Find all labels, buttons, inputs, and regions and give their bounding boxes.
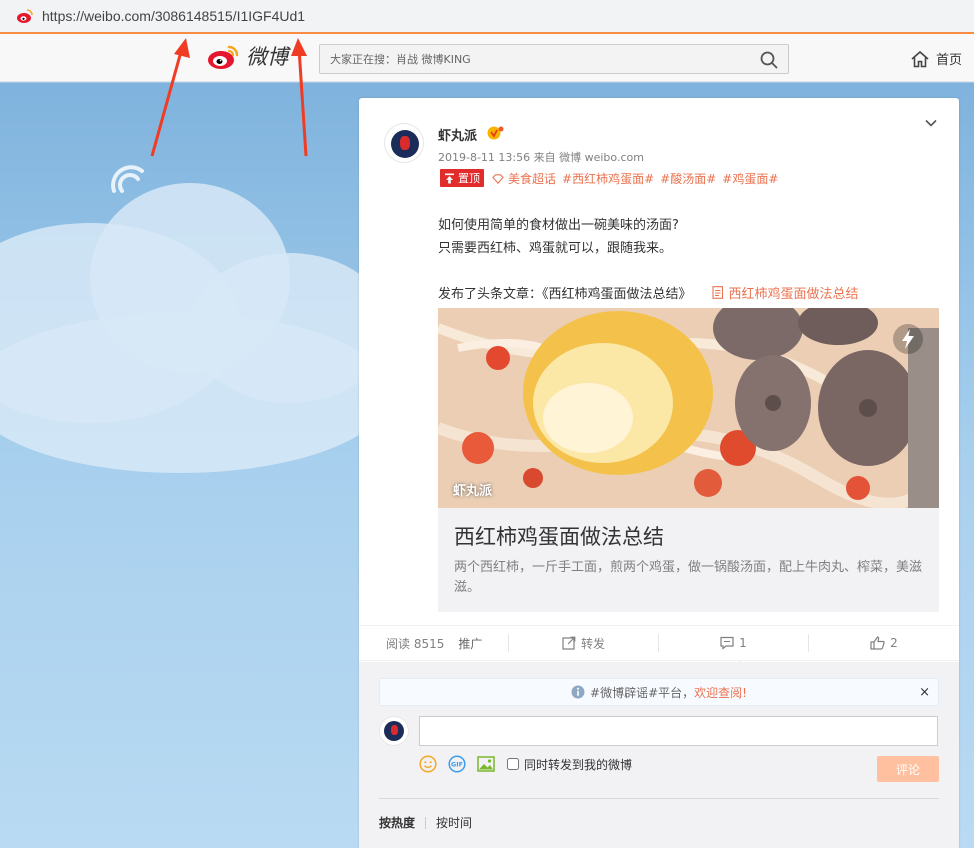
close-icon[interactable]: × [919, 685, 930, 700]
like-button[interactable]: 2 [809, 634, 959, 652]
document-icon [711, 286, 723, 299]
tag-hashtag[interactable]: #西红柿鸡蛋面# [562, 170, 654, 187]
post-meta[interactable]: 2019-8-11 13:56 来自 微博 weibo.com [438, 149, 644, 165]
sort-by-time[interactable]: 按时间 [436, 814, 472, 831]
repost-label: 转发 [580, 636, 605, 651]
search-icon[interactable] [760, 51, 778, 69]
article-cover-image: 虾丸派 [438, 308, 939, 508]
notice-text: #微博辟谣#平台， [590, 685, 695, 700]
submit-comment-button[interactable]: 评论 [877, 756, 939, 782]
chevron-down-icon[interactable] [924, 116, 938, 130]
svg-text:GIF: GIF [451, 761, 463, 769]
home-icon [911, 50, 929, 67]
read-count-label: 阅读 8515 [386, 636, 445, 651]
emoji-icon[interactable] [419, 755, 437, 773]
read-count: 阅读 8515 推广 [359, 634, 509, 652]
rumor-notice: #微博辟谣#平台， 欢迎查阅! × [379, 678, 939, 706]
image-watermark: 虾丸派 [453, 484, 493, 499]
image-icon[interactable] [477, 755, 495, 773]
comment-toolbar: GIF 同时转发到我的微博 [419, 755, 632, 773]
home-label: 首页 [936, 53, 963, 68]
comment-icon [720, 636, 734, 650]
article-description: 两个西红柿，一斤手工面，煎两个鸡蛋，做一锅酸汤面，配上牛肉丸、榨菜，美滋滋。 [454, 560, 923, 595]
promote-button[interactable]: 推广 [458, 635, 482, 652]
info-icon [571, 685, 585, 699]
cloud-decoration [0, 313, 390, 473]
article-link-label: 西红柿鸡蛋面做法总结 [728, 287, 859, 302]
article-announcement: 发布了头条文章：《西红柿鸡蛋面做法总结》 西红柿鸡蛋面做法总结 [438, 283, 859, 302]
thumbs-up-icon [870, 636, 885, 650]
sort-separator [425, 816, 427, 829]
weibo-logo-icon [208, 45, 239, 69]
sort-by-hot[interactable]: 按热度 [379, 814, 415, 831]
repost-button[interactable]: 转发 [509, 634, 659, 652]
lightning-icon [893, 324, 923, 354]
post-body-line: 如何使用简单的食材做出一碗美味的汤面? [438, 218, 679, 233]
tag-hashtag[interactable]: #酸汤面# [660, 170, 716, 187]
signal-icon [111, 165, 144, 193]
divider [379, 798, 939, 799]
article-card[interactable]: 虾丸派 西红柿鸡蛋面做法总结 两个西红柿，一斤手工面，煎两个鸡蛋，做一锅酸汤面，… [438, 308, 939, 612]
comment-button[interactable]: 1 [659, 634, 809, 667]
home-link[interactable]: 首页 [910, 49, 962, 68]
article-prefix: 发布了头条文章：《西红柿鸡蛋面做法总结》 [438, 287, 692, 302]
annotation-arrow-left [150, 38, 190, 157]
tag-hashtag[interactable]: #鸡蛋面# [722, 170, 778, 187]
comment-sort: 按热度 按时间 [379, 814, 472, 831]
pinned-badge: 置顶 [440, 169, 484, 187]
gif-icon[interactable]: GIF [448, 755, 466, 773]
weibo-logo[interactable]: 微博 [206, 41, 288, 71]
repost-checkbox-label[interactable]: 同时转发到我的微博 [524, 756, 632, 773]
pinned-label: 置顶 [458, 172, 480, 185]
comment-area: #微博辟谣#平台， 欢迎查阅! × GIF 同时转发到我的微博 评论 按热度 按… [359, 662, 959, 848]
post-body-line: 只需要西红柿、鸡蛋就可以，跟随我来。 [438, 241, 673, 256]
article-link[interactable]: 西红柿鸡蛋面做法总结 [711, 283, 859, 302]
search-input[interactable] [320, 45, 740, 73]
author-name[interactable]: 虾丸派 [438, 125, 477, 144]
search-box [319, 44, 789, 74]
post-card: 虾丸派 2019-8-11 13:56 来自 微博 weibo.com 置顶 美… [359, 98, 959, 848]
notice-link[interactable]: 欢迎查阅! [694, 684, 747, 701]
repost-checkbox[interactable] [507, 758, 519, 770]
comment-count: 1 [739, 636, 747, 650]
pin-top-icon [445, 173, 454, 183]
avatar[interactable] [384, 123, 424, 163]
post-tags: 置顶 美食超话 #西红柿鸡蛋面# #酸汤面# #鸡蛋面# [440, 169, 778, 187]
address-bar[interactable]: https://weibo.com/3086148515/I1IGF4Ud1 [0, 0, 974, 32]
comment-input[interactable] [419, 716, 938, 746]
repost-icon [562, 636, 576, 650]
article-title: 西红柿鸡蛋面做法总结 [454, 525, 664, 549]
avatar-mascot [400, 136, 410, 150]
weibo-favicon-icon [16, 7, 34, 25]
commenter-avatar [379, 716, 409, 746]
tag-label: 美食超话 [508, 171, 557, 186]
annotation-arrow-right [291, 38, 308, 157]
tag-super-topic[interactable]: 美食超话 [492, 170, 556, 187]
like-count: 2 [890, 636, 898, 650]
avatar-mascot [391, 725, 398, 735]
super-topic-icon [492, 173, 504, 184]
noodle-soup-photo [438, 308, 939, 508]
url-text[interactable]: https://weibo.com/3086148515/I1IGF4Ud1 [42, 8, 305, 24]
vip-badge-icon[interactable] [486, 125, 504, 140]
logo-text: 微博 [246, 45, 288, 69]
post-body: 如何使用简单的食材做出一碗美味的汤面? 只需要西红柿、鸡蛋就可以，跟随我来。 [438, 214, 679, 260]
action-bar: 阅读 8515 推广 转发 1 2 [359, 625, 959, 667]
